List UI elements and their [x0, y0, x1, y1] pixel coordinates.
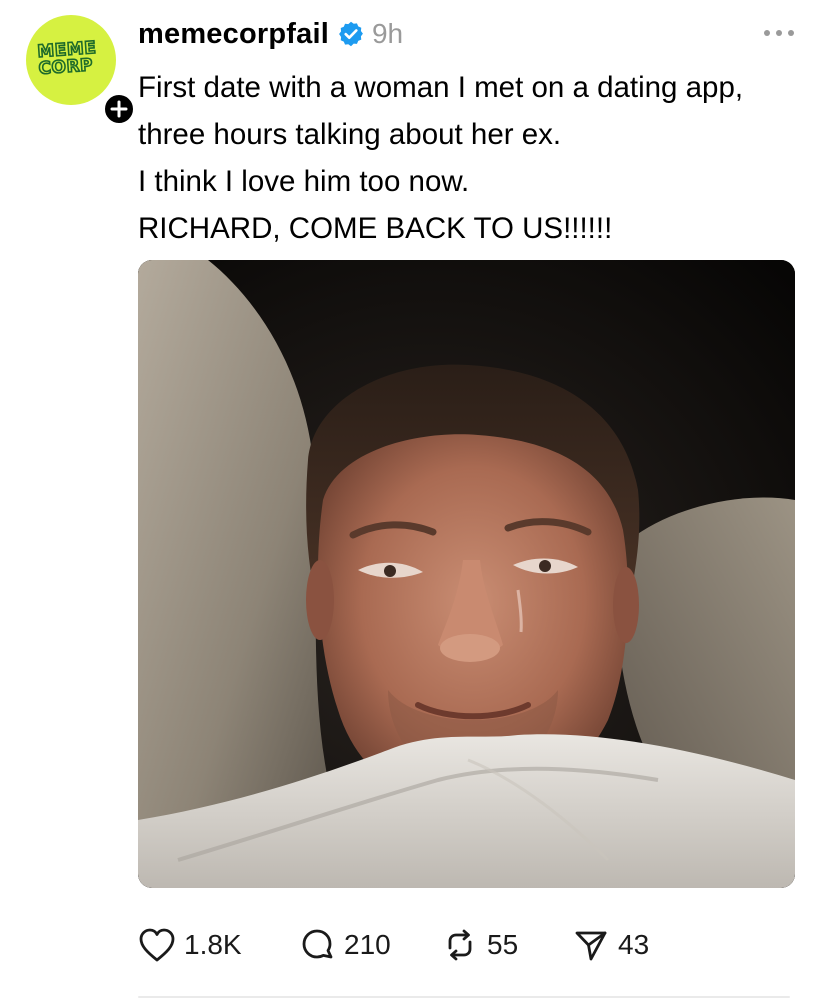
share-button[interactable]: 43: [572, 922, 649, 968]
share-count: 43: [618, 929, 650, 960]
post-image[interactable]: [138, 260, 795, 888]
post-image-illustration: [138, 260, 795, 888]
reply-count: 210: [344, 929, 391, 960]
dot: [764, 30, 770, 36]
post-text-line: First date with a woman I met on a datin…: [138, 71, 744, 104]
post-header: memecorpfail 9h: [138, 16, 403, 52]
divider: [138, 996, 790, 998]
more-options-icon[interactable]: [764, 30, 794, 36]
post-card: MEME CORP memecorpfail 9h First date wit…: [0, 0, 830, 1000]
comment-icon: [302, 929, 333, 959]
post-text-line: RICHARD, COME BACK TO US!!!!!!: [138, 212, 613, 245]
like-count: 1.8K: [184, 929, 242, 960]
repost-icon: [448, 929, 472, 961]
heart-icon: [139, 928, 175, 962]
post-time: 9h: [371, 18, 404, 49]
like-button[interactable]: 1.8K: [138, 922, 242, 968]
dot: [776, 30, 782, 36]
post-text-line: I think I love him too now.: [138, 165, 470, 198]
action-bar: 1.8K 210 55 43: [138, 922, 698, 968]
avatar-logo-text: MEME CORP: [36, 37, 98, 80]
post-text: First date with a woman I met on a datin…: [138, 64, 808, 252]
plus-icon: [110, 100, 128, 118]
repost-count: 55: [487, 929, 519, 960]
send-icon: [575, 931, 607, 961]
avatar[interactable]: MEME CORP: [26, 15, 116, 105]
username[interactable]: memecorpfail: [138, 18, 329, 51]
repost-button[interactable]: 55: [441, 922, 518, 968]
avatar-container: MEME CORP: [26, 15, 136, 126]
reply-button[interactable]: 210: [298, 922, 391, 968]
dot: [788, 30, 794, 36]
verified-badge-icon: [337, 20, 365, 48]
follow-button[interactable]: [102, 92, 136, 126]
post-text-line: three hours talking about her ex.: [138, 118, 562, 151]
